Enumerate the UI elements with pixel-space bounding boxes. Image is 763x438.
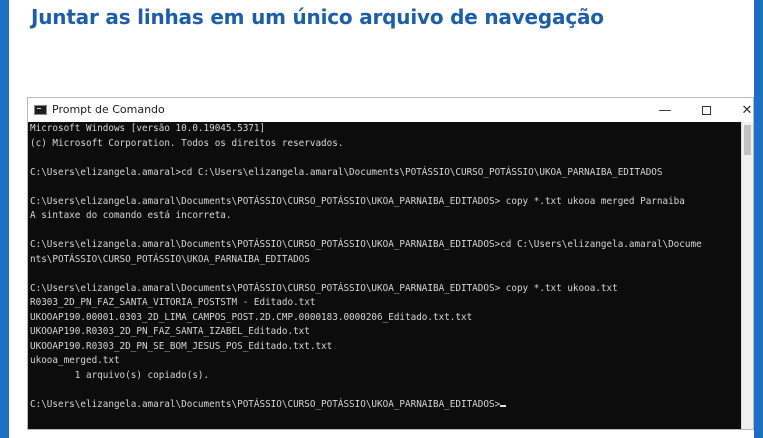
console-line: UKOOAP190.R0303_2D_PN_FAZ_SANTA_IZABEL_E… — [30, 326, 310, 337]
console-line: ukooa_merged.txt — [30, 355, 120, 366]
console-line: UKOOAP190.R0303_2D_PN_SE_BOM_JESUS_POS_E… — [30, 340, 333, 352]
command-prompt-window[interactable]: Prompt de Comando — ✕ Microsoft Windows … — [27, 97, 754, 430]
command-prompt-icon — [34, 105, 47, 115]
console-line: (c) Microsoft Corporation. Todos os dire… — [30, 137, 344, 149]
console-line: C:\Users\elizangela.amaral>cd C:\Users\e… — [30, 166, 663, 178]
window-titlebar[interactable]: Prompt de Comando — ✕ — [28, 98, 753, 122]
console-line: R0303_2D_PN_FAZ_SANTA_VITORIA_POSTSTM - … — [30, 297, 316, 308]
console-line: C:\Users\elizangela.amaral\Documents\POT… — [30, 239, 702, 250]
slide: Juntar as linhas em um único arquivo de … — [9, 0, 754, 438]
close-button[interactable]: ✕ — [728, 98, 763, 122]
console-line: Microsoft Windows [versão 10.0.19045.537… — [30, 123, 266, 134]
console-line: C:\Users\elizangela.amaral\Documents\POT… — [30, 282, 618, 294]
console-line: 1 arquivo(s) copiado(s). — [30, 369, 210, 381]
window-title: Prompt de Comando — [52, 103, 165, 116]
minimize-button[interactable]: — — [646, 98, 684, 122]
console-line: A sintaxe do comando está incorreta. — [30, 210, 232, 221]
close-icon: ✕ — [741, 102, 753, 118]
maximize-button[interactable] — [687, 98, 725, 122]
vertical-scrollbar[interactable] — [741, 122, 753, 429]
console-line: nts\POTÁSSIO\CURSO_POTÁSSIO\UKOA_PARNAIB… — [30, 253, 310, 265]
console-prompt: C:\Users\elizangela.amaral\Documents\POT… — [30, 398, 501, 410]
scrollbar-thumb[interactable] — [744, 125, 751, 155]
console-line: C:\Users\elizangela.amaral\Documents\POT… — [30, 195, 685, 207]
minimize-icon: — — [658, 102, 672, 118]
maximize-icon — [701, 105, 711, 115]
console-prompt-line[interactable]: C:\Users\elizangela.amaral\Documents\POT… — [28, 398, 741, 413]
console-line: UKOOAP190.00001.0303_2D_LIMA_CAMPOS_POST… — [30, 311, 473, 323]
console-output[interactable]: Microsoft Windows [versão 10.0.19045.537… — [28, 122, 741, 429]
slide-title: Juntar as linhas em um único arquivo de … — [31, 5, 604, 29]
text-cursor — [500, 404, 507, 407]
